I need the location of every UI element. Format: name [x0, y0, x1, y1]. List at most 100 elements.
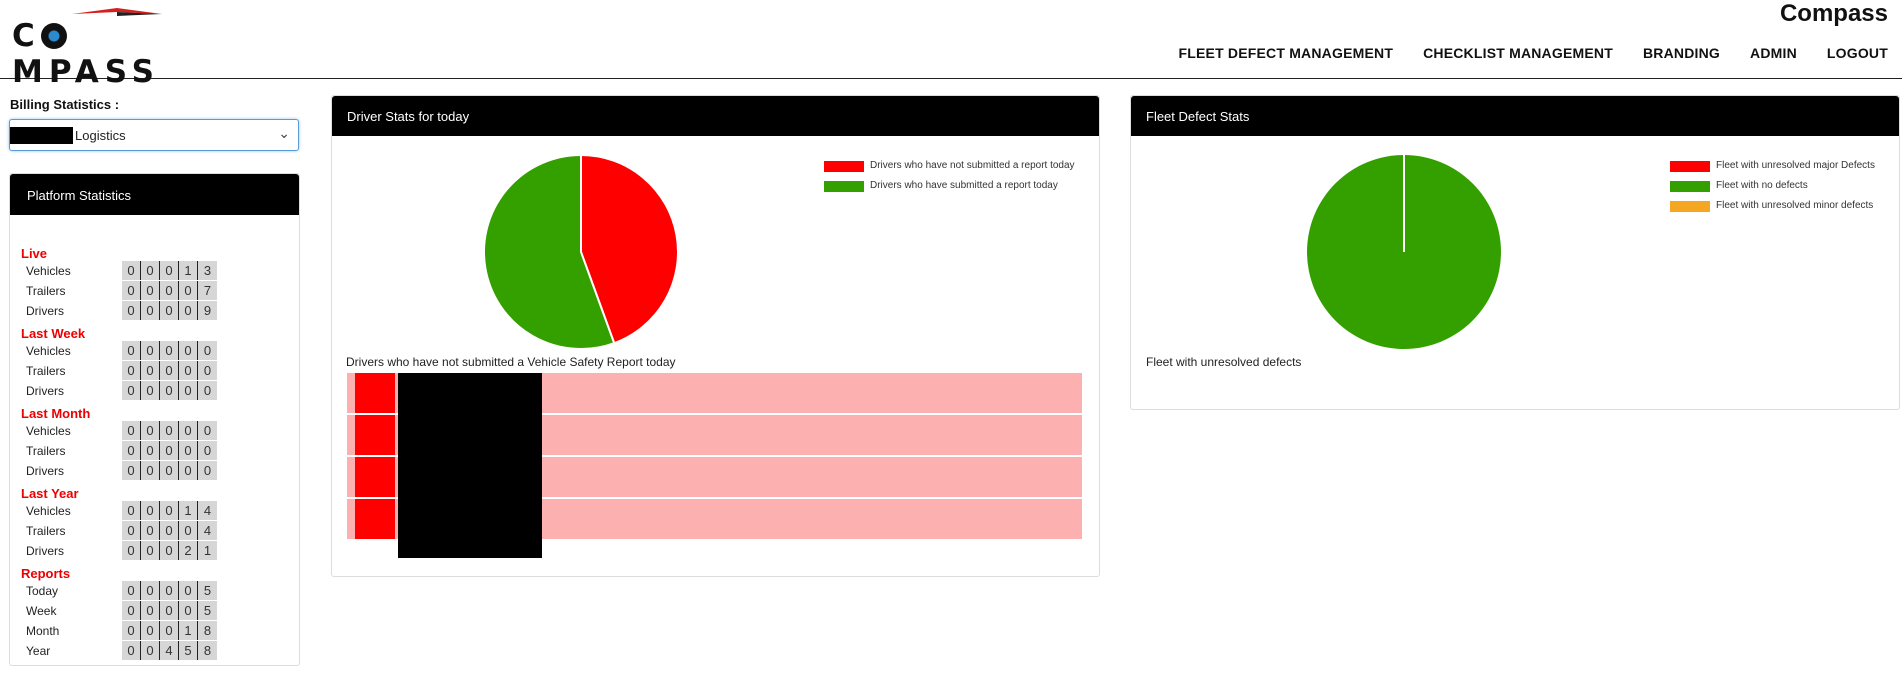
stat-row-label: Today: [26, 584, 59, 598]
digit-counter: 00000: [122, 381, 217, 400]
counter-digit: 0: [141, 541, 160, 560]
legend-swatch: [824, 181, 864, 192]
stat-row: Vehicles 0 0 0 0 0: [26, 341, 286, 360]
counter-digit: 0: [198, 381, 217, 400]
legend-item-major-defects: Fleet with unresolved major Defects: [1670, 160, 1875, 180]
counter-digit: 0: [122, 421, 141, 440]
driver-stats-title: Driver Stats for today: [332, 96, 1099, 136]
digit-counter: 00000: [122, 441, 217, 460]
driver-stats-pie-chart: [483, 153, 679, 350]
stat-row-label: Drivers: [26, 384, 64, 398]
counter-digit: 0: [160, 541, 179, 560]
counter-digit: 0: [179, 281, 198, 300]
counter-digit: 0: [141, 441, 160, 460]
stat-row: Trailers 0 0 0 0 4: [26, 521, 286, 540]
platform-statistics-title: Platform Statistics: [10, 174, 299, 215]
counter-digit: 5: [198, 601, 217, 620]
stat-row: Drivers 0 0 0 0 9: [26, 301, 286, 320]
fleet-defect-stats-title: Fleet Defect Stats: [1131, 96, 1899, 136]
counter-digit: 1: [179, 501, 198, 520]
counter-digit: 4: [198, 521, 217, 540]
counter-digit: 0: [198, 361, 217, 380]
legend-swatch: [1670, 181, 1710, 192]
counter-digit: 2: [179, 541, 198, 560]
counter-digit: 0: [122, 261, 141, 280]
digit-counter: 00005: [122, 601, 217, 620]
counter-digit: 0: [122, 461, 141, 480]
legend-swatch: [824, 161, 864, 172]
stat-row-label: Drivers: [26, 464, 64, 478]
legend-item-minor-defects: Fleet with unresolved minor defects: [1670, 200, 1875, 220]
stat-row: Vehicles 0 0 0 1 4: [26, 501, 286, 520]
stat-row-label: Vehicles: [26, 424, 71, 438]
counter-digit: 8: [198, 641, 217, 660]
compass-needle-icon: [72, 8, 162, 16]
digit-counter: 00007: [122, 281, 217, 300]
counter-digit: 0: [141, 521, 160, 540]
counter-digit: 0: [122, 581, 141, 600]
nav-branding[interactable]: BRANDING: [1643, 45, 1720, 61]
counter-digit: 0: [179, 421, 198, 440]
status-cell: [355, 457, 395, 497]
stat-row-label: Year: [26, 644, 51, 658]
stat-row: Trailers 0 0 0 0 0: [26, 361, 286, 380]
nav-logout[interactable]: LOGOUT: [1827, 45, 1888, 61]
fleet-defect-legend: Fleet with unresolved major Defects Flee…: [1670, 160, 1875, 220]
counter-digit: 0: [141, 281, 160, 300]
legend-label: Fleet with no defects: [1716, 180, 1808, 191]
counter-digit: 0: [160, 441, 179, 460]
stat-row-label: Week: [26, 604, 57, 618]
driver-stats-legend: Drivers who have not submitted a report …: [824, 160, 1075, 200]
counter-digit: 0: [122, 521, 141, 540]
counter-digit: 0: [179, 381, 198, 400]
digit-counter: 00004: [122, 521, 217, 540]
counter-digit: 0: [198, 421, 217, 440]
counter-digit: 0: [141, 461, 160, 480]
counter-digit: 0: [141, 581, 160, 600]
legend-label: Drivers who have not submitted a report …: [870, 160, 1075, 171]
stat-section-title: Reports: [21, 566, 71, 581]
billing-company-select[interactable]: Logistics ⌄: [9, 119, 299, 151]
counter-digit: 0: [198, 441, 217, 460]
counter-digit: 1: [179, 261, 198, 280]
fleet-unresolved-defects-subtitle: Fleet with unresolved defects: [1146, 355, 1302, 369]
counter-digit: 4: [198, 501, 217, 520]
counter-digit: 0: [160, 501, 179, 520]
app-header: CMPASS Compass FLEET DEFECT MANAGEMENT C…: [0, 0, 1902, 90]
counter-digit: 0: [141, 341, 160, 360]
legend-item-no-defects: Fleet with no defects: [1670, 180, 1875, 200]
stat-row-label: Trailers: [26, 524, 66, 538]
stat-row-label: Vehicles: [26, 504, 71, 518]
counter-digit: 0: [122, 621, 141, 640]
nav-fleet-defect-management[interactable]: FLEET DEFECT MANAGEMENT: [1178, 45, 1393, 61]
counter-digit: 0: [141, 381, 160, 400]
chevron-down-icon[interactable]: ⌄: [278, 125, 290, 142]
stat-row-label: Trailers: [26, 284, 66, 298]
nav-checklist-management[interactable]: CHECKLIST MANAGEMENT: [1423, 45, 1613, 61]
counter-digit: 1: [179, 621, 198, 640]
counter-digit: 0: [122, 541, 141, 560]
nav-admin[interactable]: ADMIN: [1750, 45, 1797, 61]
digit-counter: 00005: [122, 581, 217, 600]
legend-label: Fleet with unresolved minor defects: [1716, 200, 1874, 211]
counter-digit: 0: [122, 641, 141, 660]
counter-digit: 0: [160, 621, 179, 640]
stat-section-title: Last Month: [21, 406, 91, 421]
stat-row-label: Vehicles: [26, 344, 71, 358]
counter-digit: 0: [179, 581, 198, 600]
stat-row: Week 0 0 0 0 5: [26, 601, 286, 620]
digit-counter: 00014: [122, 501, 217, 520]
status-cell: [355, 415, 395, 455]
digit-counter: 00000: [122, 361, 217, 380]
digit-counter: 00013: [122, 261, 217, 280]
status-cell: [355, 499, 395, 539]
compass-logo[interactable]: CMPASS: [12, 8, 212, 90]
stat-row: Vehicles 0 0 0 0 0: [26, 421, 286, 440]
counter-digit: 0: [160, 361, 179, 380]
counter-digit: 0: [179, 461, 198, 480]
counter-digit: 0: [179, 301, 198, 320]
counter-digit: 0: [141, 421, 160, 440]
digit-counter: 00021: [122, 541, 217, 560]
stat-row: Vehicles 0 0 0 1 3: [26, 261, 286, 280]
stat-row: Month 0 0 0 1 8: [26, 621, 286, 640]
